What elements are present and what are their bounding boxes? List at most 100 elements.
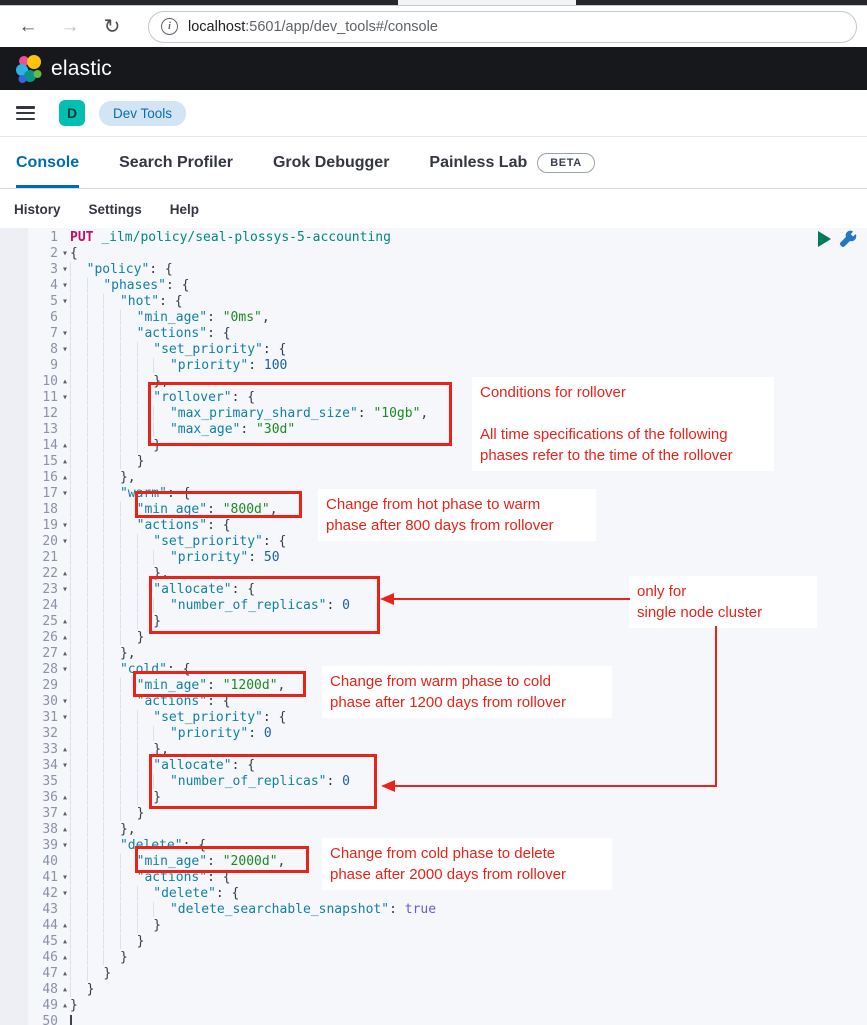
fold-toggle-icon[interactable]: ▴: [60, 950, 70, 966]
line-number: 19: [0, 518, 60, 534]
code-text: "priority": 100: [70, 358, 287, 374]
line-number: 45: [0, 934, 60, 950]
line-number: 37: [0, 806, 60, 822]
code-text: "actions": {: [70, 326, 231, 342]
menu-help[interactable]: Help: [170, 202, 199, 217]
editor-lines: 1PUT _ilm/policy/seal-plossys-5-accounti…: [0, 230, 867, 1025]
tab-console[interactable]: Console: [16, 137, 79, 188]
code-line: 1PUT _ilm/policy/seal-plossys-5-accounti…: [0, 230, 867, 246]
fold-spacer: [60, 550, 70, 566]
fold-toggle-icon[interactable]: ▾: [60, 390, 70, 406]
site-info-icon[interactable]: i: [161, 18, 178, 35]
fold-toggle-icon[interactable]: ▾: [60, 262, 70, 278]
wrench-icon[interactable]: [838, 229, 858, 249]
line-number: 41: [0, 870, 60, 886]
menu-settings[interactable]: Settings: [89, 202, 142, 217]
send-request-icon[interactable]: [818, 231, 831, 247]
fold-toggle-icon[interactable]: ▴: [60, 822, 70, 838]
code-text: "set_priority": {: [70, 342, 286, 358]
line-number: 40: [0, 854, 60, 870]
fold-toggle-icon[interactable]: ▾: [60, 886, 70, 902]
fold-toggle-icon[interactable]: ▴: [60, 470, 70, 486]
code-line: 42▾ "delete": {: [0, 886, 867, 902]
url-bar[interactable]: i localhost:5601/app/dev_tools#/console: [148, 11, 857, 43]
brand-name: elastic: [51, 57, 112, 81]
fold-toggle-icon[interactable]: ▾: [60, 758, 70, 774]
fold-toggle-icon[interactable]: ▴: [60, 934, 70, 950]
fold-toggle-icon[interactable]: ▾: [60, 870, 70, 886]
fold-toggle-icon[interactable]: ▾: [60, 246, 70, 262]
code-text: }: [70, 790, 161, 806]
line-number: 4: [0, 278, 60, 294]
fold-toggle-icon[interactable]: ▾: [60, 278, 70, 294]
line-number: 12: [0, 406, 60, 422]
fold-toggle-icon[interactable]: ▴: [60, 646, 70, 662]
fold-toggle-icon[interactable]: ▾: [60, 534, 70, 550]
fold-spacer: [60, 310, 70, 326]
reload-button[interactable]: ↻: [100, 14, 124, 39]
line-number: 5: [0, 294, 60, 310]
line-number: 24: [0, 598, 60, 614]
line-number: 9: [0, 358, 60, 374]
browser-tab-strip: [0, 0, 867, 6]
code-line: 41▾ "actions": {: [0, 870, 867, 886]
fold-spacer: [60, 598, 70, 614]
fold-toggle-icon[interactable]: ▾: [60, 294, 70, 310]
dev-tools-tab-bar: Console Search Profiler Grok Debugger Pa…: [0, 137, 867, 189]
fold-toggle-icon[interactable]: ▴: [60, 790, 70, 806]
fold-toggle-icon[interactable]: ▴: [60, 454, 70, 470]
code-text: "number_of_replicas": 0: [70, 774, 350, 790]
code-line: 45▴ }: [0, 934, 867, 950]
line-number: 49: [0, 998, 60, 1014]
fold-toggle-icon[interactable]: ▴: [60, 998, 70, 1014]
fold-toggle-icon[interactable]: ▴: [60, 630, 70, 646]
code-text: },: [70, 646, 136, 662]
forward-button[interactable]: →: [58, 16, 82, 38]
line-number: 26: [0, 630, 60, 646]
code-line: 3▾ "policy": {: [0, 262, 867, 278]
code-text: },: [70, 822, 136, 838]
breadcrumb[interactable]: Dev Tools: [99, 101, 186, 126]
fold-toggle-icon[interactable]: ▴: [60, 614, 70, 630]
console-editor[interactable]: 1PUT _ilm/policy/seal-plossys-5-accounti…: [0, 228, 867, 1025]
fold-toggle-icon[interactable]: ▾: [60, 326, 70, 342]
space-badge[interactable]: D: [59, 100, 85, 126]
fold-toggle-icon[interactable]: ▾: [60, 710, 70, 726]
code-line: 14▴ }: [0, 438, 867, 454]
elastic-logo-icon[interactable]: [16, 54, 43, 84]
code-text: "priority": 50: [70, 550, 280, 566]
line-number: 32: [0, 726, 60, 742]
fold-toggle-icon[interactable]: ▾: [60, 662, 70, 678]
code-text: "allocate": {: [70, 758, 255, 774]
fold-toggle-icon[interactable]: ▾: [60, 518, 70, 534]
tab-painless-lab[interactable]: Painless LabBETA: [429, 137, 594, 188]
fold-toggle-icon[interactable]: ▾: [60, 342, 70, 358]
code-text: "delete": {: [70, 838, 206, 854]
code-line: 11▾ "rollover": {: [0, 390, 867, 406]
fold-toggle-icon[interactable]: ▴: [60, 742, 70, 758]
fold-toggle-icon[interactable]: ▴: [60, 966, 70, 982]
menu-hamburger-icon[interactable]: [16, 106, 35, 120]
fold-toggle-icon[interactable]: ▴: [60, 566, 70, 582]
back-button[interactable]: ←: [16, 16, 40, 38]
code-line: 37▴ }: [0, 806, 867, 822]
fold-toggle-icon[interactable]: ▴: [60, 806, 70, 822]
code-line: 22▴ },: [0, 566, 867, 582]
code-line: 29 "min_age": "1200d",: [0, 678, 867, 694]
fold-toggle-icon[interactable]: ▾: [60, 486, 70, 502]
divider: [0, 5, 867, 6]
fold-toggle-icon[interactable]: ▴: [60, 374, 70, 390]
code-line: 38▴ },: [0, 822, 867, 838]
tab-grok-debugger[interactable]: Grok Debugger: [273, 137, 389, 188]
fold-toggle-icon[interactable]: ▾: [60, 838, 70, 854]
menu-history[interactable]: History: [14, 202, 61, 217]
tab-search-profiler[interactable]: Search Profiler: [119, 137, 233, 188]
fold-toggle-icon[interactable]: ▾: [60, 582, 70, 598]
fold-toggle-icon[interactable]: ▴: [60, 982, 70, 998]
line-number: 13: [0, 422, 60, 438]
line-number: 8: [0, 342, 60, 358]
line-number: 10: [0, 374, 60, 390]
fold-toggle-icon[interactable]: ▴: [60, 918, 70, 934]
fold-toggle-icon[interactable]: ▾: [60, 694, 70, 710]
fold-toggle-icon[interactable]: ▴: [60, 438, 70, 454]
